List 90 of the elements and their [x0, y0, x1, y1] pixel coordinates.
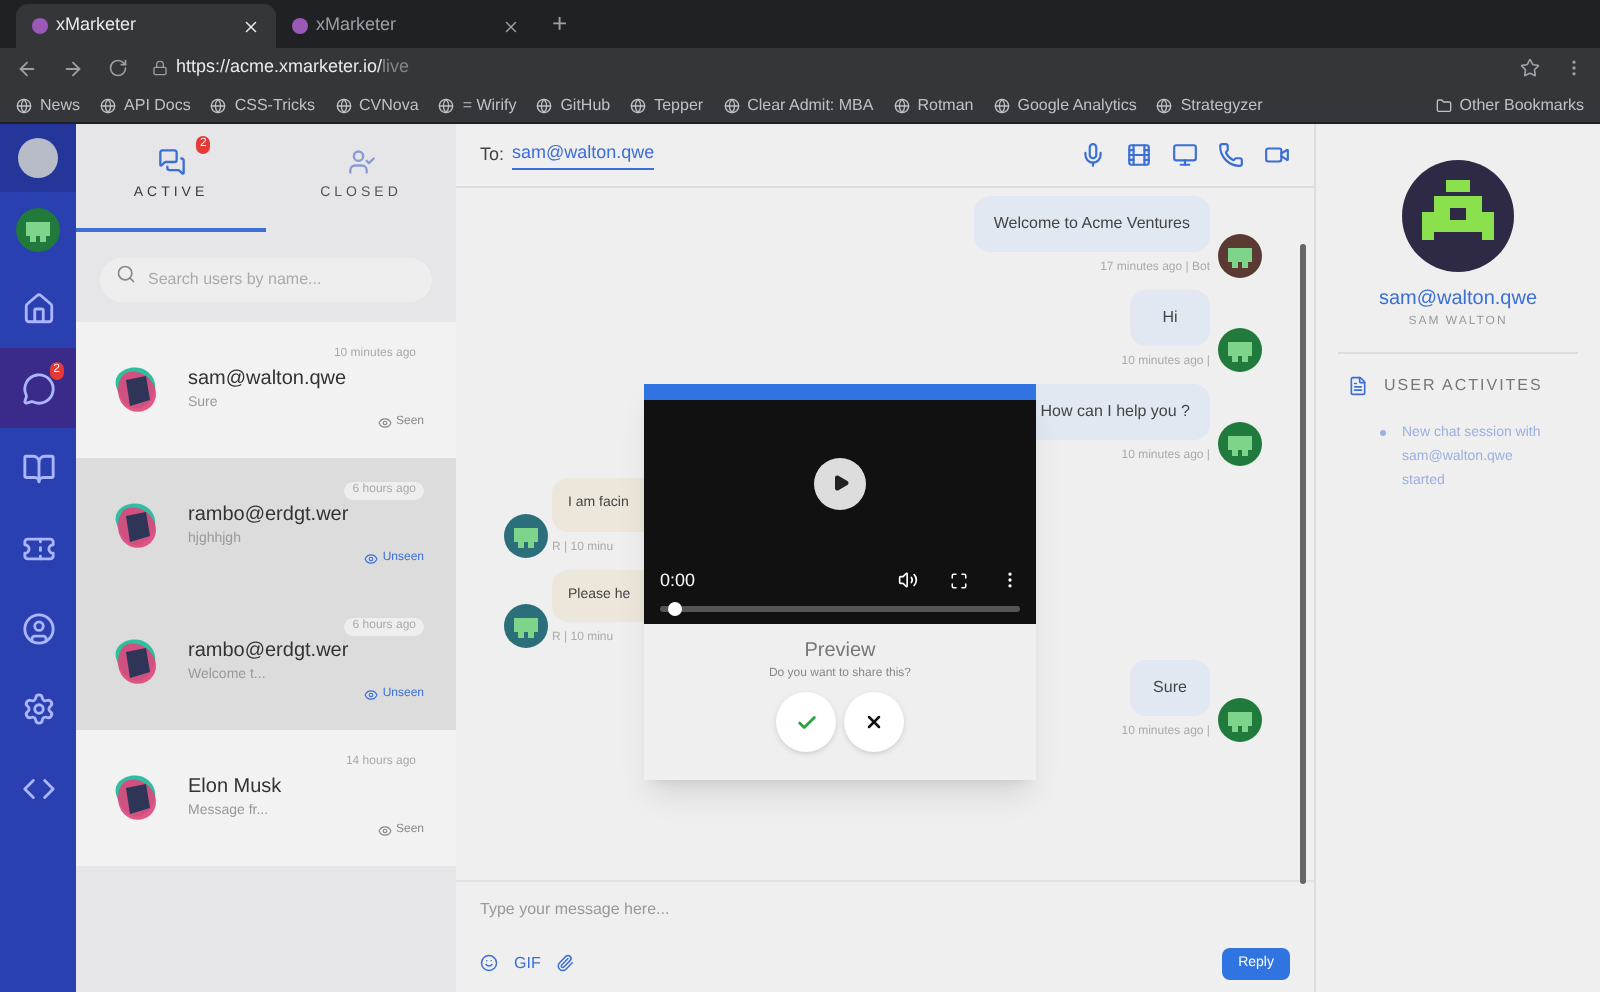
eye-icon	[377, 416, 392, 431]
message-bubble: Hi	[1130, 290, 1210, 346]
tab-favicon-icon	[32, 18, 48, 34]
conversation-name: rambo@erdgt.wer	[188, 501, 351, 530]
seek-bar[interactable]	[660, 606, 1020, 612]
play-icon	[831, 474, 849, 493]
browser-tab[interactable]: xMarketer	[16, 4, 276, 48]
conversation-name: rambo@erdgt.wer	[188, 637, 351, 666]
bookmark[interactable]: Tepper	[630, 93, 704, 117]
agent-avatar	[1218, 698, 1262, 742]
eye-icon	[364, 688, 379, 703]
emoji-icon[interactable]	[480, 954, 498, 973]
globe-icon	[723, 97, 740, 113]
cancel-button[interactable]	[844, 692, 904, 752]
check-icon	[795, 711, 817, 733]
agent-avatar	[1218, 422, 1262, 466]
gif-button[interactable]: GIF	[514, 951, 541, 976]
user-icon	[21, 611, 55, 645]
back-icon[interactable]	[16, 57, 38, 79]
bookmark[interactable]: CSS-Tricks	[210, 93, 316, 117]
globe-icon	[993, 97, 1010, 113]
chat-icon	[21, 371, 55, 405]
paperclip-icon[interactable]	[556, 954, 575, 973]
globe-icon	[1156, 97, 1173, 113]
globe-icon	[630, 97, 647, 113]
globe-icon	[438, 97, 455, 113]
agent-avatar	[1218, 234, 1262, 278]
recipient-label: To:	[480, 141, 505, 168]
bookmark[interactable]: Rotman	[893, 93, 974, 117]
search-icon	[116, 264, 136, 284]
logo-icon	[0, 124, 76, 192]
conversation-name: sam@walton.qwe	[188, 365, 349, 394]
conversation-name: Elon Musk	[188, 773, 284, 802]
bookmark[interactable]: = Wirify	[438, 93, 517, 117]
microphone-icon[interactable]	[1080, 142, 1106, 168]
agent-avatar	[1218, 328, 1262, 372]
tab-favicon-icon	[292, 18, 308, 34]
bookmark[interactable]: Clear Admit: MBA	[723, 93, 874, 117]
video-camera-icon[interactable]	[1264, 142, 1290, 168]
agent-avatar	[16, 208, 60, 252]
customer-avatar	[504, 513, 548, 557]
film-icon[interactable]	[1126, 142, 1152, 168]
tab-icon	[347, 147, 375, 176]
bookmark[interactable]: Strategyzer	[1156, 93, 1263, 117]
eye-icon	[364, 552, 379, 567]
message-input[interactable]: Type your message here...	[480, 898, 1290, 922]
bookmark[interactable]: News	[16, 93, 81, 117]
phone-icon[interactable]	[1218, 142, 1244, 168]
customer-avatar	[504, 604, 548, 648]
reload-icon[interactable]	[108, 58, 128, 78]
folder-icon	[1435, 97, 1452, 113]
message-bubble: Welcome to Acme Ventures	[973, 196, 1210, 252]
search-field[interactable]: Search users by name...	[100, 257, 432, 301]
close-icon	[864, 712, 884, 732]
lock-icon	[152, 60, 168, 76]
globe-icon	[100, 97, 117, 113]
recipient-link[interactable]: sam@walton.qwe	[512, 140, 655, 170]
bullet-icon	[1380, 430, 1386, 436]
preview-title: Preview	[804, 638, 876, 666]
tab-icon	[157, 147, 185, 176]
book-icon	[21, 451, 55, 485]
bookmark[interactable]: API Docs	[100, 93, 191, 117]
document-icon	[1348, 376, 1368, 396]
globe-icon	[335, 97, 352, 113]
profile-email: sam@walton.qwe	[1378, 286, 1538, 314]
bookmark[interactable]: CVNova	[335, 93, 419, 117]
fullscreen-icon[interactable]	[950, 571, 968, 590]
url-text: https://acme.xmarketer.io/live	[176, 54, 410, 81]
monitor-icon[interactable]	[1172, 142, 1198, 168]
profile-avatar	[1402, 160, 1514, 272]
close-icon[interactable]	[502, 17, 520, 35]
activities-heading: USER ACTIVITES	[1384, 374, 1543, 398]
browser-tab[interactable]: xMarketer	[276, 4, 536, 48]
play-button[interactable]	[814, 457, 866, 510]
other-bookmarks[interactable]: Other Bookmarks	[1435, 93, 1584, 117]
seek-thumb[interactable]	[667, 602, 682, 616]
globe-icon	[16, 97, 32, 113]
globe-icon	[210, 97, 227, 113]
volume-icon[interactable]	[898, 570, 918, 591]
globe-icon	[893, 97, 910, 113]
forward-icon[interactable]	[62, 57, 84, 79]
bookmark[interactable]: GitHub	[536, 93, 611, 117]
message-bubble: Sure	[1130, 660, 1210, 716]
gears-icon	[21, 691, 55, 725]
eye-icon	[377, 824, 392, 839]
new-tab-button[interactable]: +	[536, 4, 584, 48]
bookmark-star-icon[interactable]	[1520, 58, 1540, 78]
globe-icon	[536, 97, 553, 113]
home-icon	[21, 291, 55, 325]
bookmark[interactable]: Google Analytics	[993, 93, 1137, 117]
